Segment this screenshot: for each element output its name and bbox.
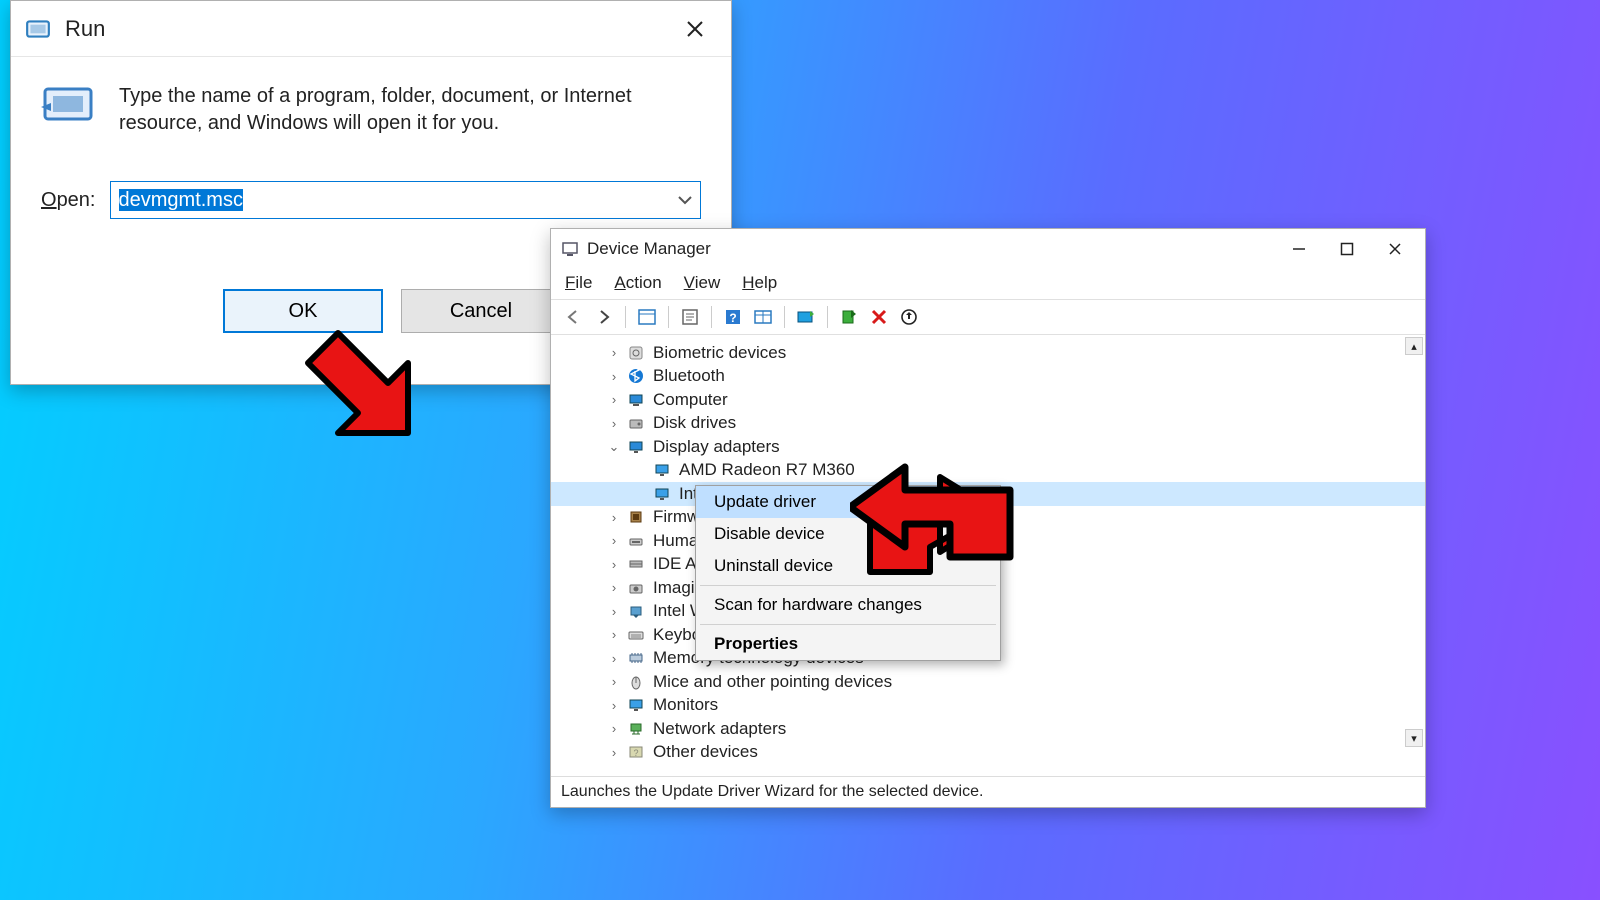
open-combobox[interactable]: devmgmt.msc xyxy=(110,181,702,219)
devmgr-menubar: File Action View Help xyxy=(551,269,1425,299)
biometric-icon xyxy=(627,344,645,362)
tree-label: Disk drives xyxy=(653,413,736,433)
ctx-properties[interactable]: Properties xyxy=(696,628,1000,660)
tree-other[interactable]: ›?Other devices xyxy=(551,741,1425,765)
tree-bluetooth[interactable]: ›Bluetooth xyxy=(551,365,1425,389)
open-label: Open: xyxy=(41,189,96,212)
firmware-icon xyxy=(627,508,645,526)
tree-biometric[interactable]: ›Biometric devices xyxy=(551,341,1425,365)
tree-amd-radeon[interactable]: AMD Radeon R7 M360 xyxy=(551,459,1425,483)
menu-file[interactable]: File xyxy=(565,273,592,293)
menu-view[interactable]: View xyxy=(684,273,721,293)
devmgr-title-text: Device Manager xyxy=(587,239,711,259)
tree-label: Biometric devices xyxy=(653,343,786,363)
disk-icon xyxy=(627,414,645,432)
tree-label: Bluetooth xyxy=(653,366,725,386)
memory-icon xyxy=(627,649,645,667)
run-title-text: Run xyxy=(65,16,105,42)
ctx-separator xyxy=(700,585,996,586)
tree-label: Network adapters xyxy=(653,719,786,739)
ctx-uninstall-device[interactable]: Uninstall device xyxy=(696,550,1000,582)
tree-label: Display adapters xyxy=(653,437,780,457)
scroll-up-icon[interactable]: ▴ xyxy=(1405,337,1423,355)
imaging-icon xyxy=(627,579,645,597)
properties-icon[interactable] xyxy=(677,304,703,330)
scroll-down-icon[interactable]: ▾ xyxy=(1405,729,1423,747)
gpu-icon xyxy=(653,461,671,479)
scan-hardware-icon[interactable] xyxy=(896,304,922,330)
run-app-icon xyxy=(25,16,51,42)
tree-label: Other devices xyxy=(653,742,758,762)
close-icon[interactable] xyxy=(673,11,717,47)
tree-network[interactable]: ›Network adapters xyxy=(551,717,1425,741)
computer-icon xyxy=(627,391,645,409)
gpu-icon xyxy=(653,485,671,503)
tree-label: Computer xyxy=(653,390,728,410)
run-message-row: Type the name of a program, folder, docu… xyxy=(41,83,701,137)
devmgr-titlebar[interactable]: Device Manager xyxy=(551,229,1425,269)
ctx-disable-device[interactable]: Disable device xyxy=(696,518,1000,550)
run-big-icon xyxy=(41,83,95,125)
minimize-button[interactable] xyxy=(1275,232,1323,266)
tree-mice[interactable]: ›Mice and other pointing devices xyxy=(551,670,1425,694)
svg-text:?: ? xyxy=(633,748,638,758)
ok-button[interactable]: OK xyxy=(223,289,383,333)
context-menu: Update driver Disable device Uninstall d… xyxy=(695,485,1001,661)
devmgr-toolbar: ? xyxy=(551,299,1425,335)
tree-label: Mice and other pointing devices xyxy=(653,672,892,692)
other-icon: ? xyxy=(627,743,645,761)
enable-device-icon[interactable] xyxy=(836,304,862,330)
run-description: Type the name of a program, folder, docu… xyxy=(119,83,701,137)
menu-action[interactable]: Action xyxy=(614,273,661,293)
tree-display-adapters[interactable]: ⌄Display adapters xyxy=(551,435,1425,459)
chevron-down-icon[interactable] xyxy=(676,191,694,209)
window-buttons xyxy=(1275,232,1419,266)
ctx-update-driver[interactable]: Update driver xyxy=(696,486,1000,518)
monitor-icon xyxy=(627,696,645,714)
open-input[interactable]: devmgmt.msc xyxy=(119,189,677,212)
maximize-button[interactable] xyxy=(1323,232,1371,266)
display-icon xyxy=(627,438,645,456)
update-driver-icon[interactable] xyxy=(793,304,819,330)
tree-monitors[interactable]: ›Monitors xyxy=(551,694,1425,718)
forward-icon[interactable] xyxy=(591,304,617,330)
tree-label: Monitors xyxy=(653,695,718,715)
ide-icon xyxy=(627,555,645,573)
bluetooth-icon xyxy=(627,367,645,385)
hid-icon xyxy=(627,532,645,550)
tree-disk-drives[interactable]: ›Disk drives xyxy=(551,412,1425,436)
devmgr-app-icon xyxy=(561,240,579,258)
help-icon[interactable]: ? xyxy=(720,304,746,330)
back-icon[interactable] xyxy=(561,304,587,330)
tree-computer[interactable]: ›Computer xyxy=(551,388,1425,412)
ctx-scan-hardware[interactable]: Scan for hardware changes xyxy=(696,589,1000,621)
network-icon xyxy=(627,720,645,738)
keyboard-icon xyxy=(627,626,645,644)
close-button[interactable] xyxy=(1371,232,1419,266)
mouse-icon xyxy=(627,673,645,691)
cancel-button[interactable]: Cancel xyxy=(401,289,561,333)
wiusb-icon xyxy=(627,602,645,620)
show-hide-tree-icon[interactable] xyxy=(634,304,660,330)
tree-label: AMD Radeon R7 M360 xyxy=(679,460,855,480)
menu-help[interactable]: Help xyxy=(742,273,777,293)
toolbar-icon[interactable] xyxy=(750,304,776,330)
uninstall-device-icon[interactable] xyxy=(866,304,892,330)
run-titlebar[interactable]: Run xyxy=(11,1,731,57)
ctx-separator xyxy=(700,624,996,625)
run-body: Type the name of a program, folder, docu… xyxy=(11,57,731,231)
svg-text:?: ? xyxy=(729,311,736,325)
status-bar: Launches the Update Driver Wizard for th… xyxy=(551,776,1425,807)
open-row: Open: devmgmt.msc xyxy=(41,181,701,219)
